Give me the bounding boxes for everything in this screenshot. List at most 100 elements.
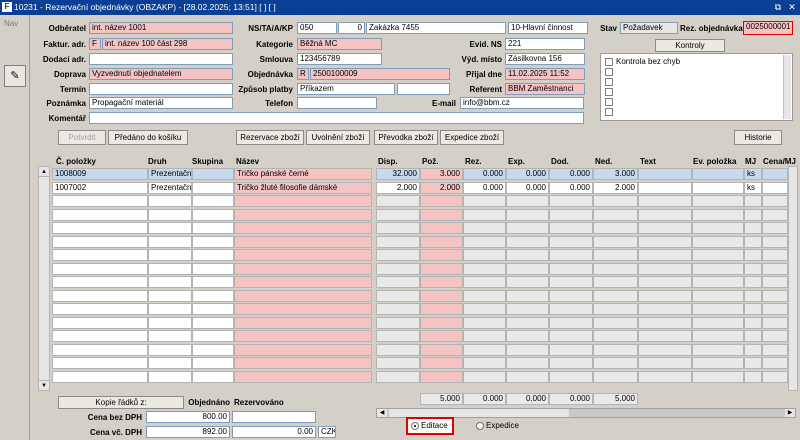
col-header-exp[interactable]: Exp. (508, 157, 525, 166)
cell-text[interactable] (638, 181, 692, 194)
dodaci-adr-field[interactable] (89, 53, 233, 65)
cell-dod[interactable]: 0.000 (549, 181, 593, 194)
cell-dod[interactable] (549, 316, 593, 329)
cell-mj[interactable]: ks (744, 168, 762, 180)
editace-radio[interactable] (411, 422, 419, 430)
cell-rez[interactable] (463, 289, 506, 302)
cell-ned[interactable] (593, 262, 638, 275)
cell-text[interactable] (638, 330, 692, 342)
grid-right-scrollbar[interactable] (788, 166, 798, 391)
cell-polozka[interactable]: 1007002 (52, 181, 148, 194)
grid-vertical-scrollbar[interactable]: ▲ ▼ (38, 166, 50, 391)
cell-dod[interactable] (549, 276, 593, 288)
cell-rez[interactable]: 0.000 (463, 168, 506, 180)
col-header-druh[interactable]: Druh (148, 157, 167, 166)
cell-druh[interactable] (148, 330, 192, 342)
predano-do-kosiku-button[interactable]: Předáno do košíku (108, 130, 188, 145)
cell-ev[interactable] (692, 262, 744, 275)
cell-poz[interactable] (420, 357, 463, 369)
cell-nazev[interactable] (234, 195, 372, 207)
cell-polozka[interactable] (52, 262, 148, 275)
cell-exp[interactable] (506, 222, 549, 234)
cell-nazev[interactable] (234, 316, 372, 329)
doprava-field[interactable]: Vyzvednutí objednatelem (89, 68, 233, 80)
cell-rez[interactable] (463, 222, 506, 234)
ta-field[interactable]: 0 (338, 22, 365, 34)
col-header-poz[interactable]: Pož. (422, 157, 438, 166)
cell-ev[interactable] (692, 276, 744, 288)
cell-polozka[interactable] (52, 357, 148, 369)
email-field[interactable]: info@bbm.cz (460, 97, 584, 109)
cell-poz[interactable] (420, 370, 463, 383)
termin-field[interactable] (89, 83, 233, 95)
cell-polozka[interactable] (52, 249, 148, 261)
cell-poz[interactable] (420, 276, 463, 288)
cell-rez[interactable] (463, 235, 506, 248)
expedice-zbozi-button[interactable]: Expedice zboží (440, 130, 504, 145)
nav-label[interactable]: Nav (4, 19, 18, 28)
cell-exp[interactable] (506, 370, 549, 383)
cell-ev[interactable] (692, 235, 744, 248)
cell-ned[interactable] (593, 208, 638, 221)
cell-dod[interactable] (549, 303, 593, 315)
cell-cena[interactable] (762, 370, 788, 383)
cell-rez[interactable] (463, 262, 506, 275)
editace-label[interactable]: Editace (421, 421, 448, 430)
poznamka-field[interactable]: Propagační materiál (89, 97, 233, 109)
cell-poz[interactable] (420, 208, 463, 221)
cell-mj[interactable] (744, 276, 762, 288)
cell-skupina[interactable] (192, 208, 234, 221)
kontrola-checkbox-3[interactable] (605, 78, 613, 86)
prevodka-zbozi-button[interactable]: Převodka zboží (374, 130, 438, 145)
cell-cena[interactable] (762, 330, 788, 342)
cell-skupina[interactable] (192, 343, 234, 356)
telefon-field[interactable] (297, 97, 377, 109)
evid-ns-field[interactable]: 221 (505, 38, 585, 50)
cell-mj[interactable]: ks (744, 181, 762, 194)
cell-ned[interactable] (593, 195, 638, 207)
cell-skupina[interactable] (192, 289, 234, 302)
kontrola-checkbox-1[interactable] (605, 58, 613, 66)
cell-nazev[interactable] (234, 289, 372, 302)
cell-disp[interactable] (376, 357, 420, 369)
cell-dod[interactable] (549, 357, 593, 369)
cell-druh[interactable] (148, 262, 192, 275)
col-header-ev-polozka[interactable]: Ev. položka (693, 157, 736, 166)
cell-nazev[interactable] (234, 262, 372, 275)
cell-ned[interactable] (593, 276, 638, 288)
restore-icon[interactable]: ⧉ (772, 1, 784, 13)
close-icon[interactable]: ✕ (786, 1, 798, 13)
scroll-down-icon[interactable]: ▼ (39, 380, 49, 390)
cell-ev[interactable] (692, 168, 744, 180)
cell-exp[interactable] (506, 330, 549, 342)
cell-druh[interactable] (148, 357, 192, 369)
rez-objednavka-field[interactable]: 0025000001 (743, 21, 793, 35)
cell-ned[interactable] (593, 222, 638, 234)
cell-dod[interactable] (549, 195, 593, 207)
cell-text[interactable] (638, 316, 692, 329)
cell-text[interactable] (638, 208, 692, 221)
cell-disp[interactable] (376, 370, 420, 383)
cell-text[interactable] (638, 195, 692, 207)
col-header-rez[interactable]: Rez. (465, 157, 481, 166)
cell-skupina[interactable] (192, 181, 234, 194)
cell-skupina[interactable] (192, 370, 234, 383)
col-header-nazev[interactable]: Název (236, 157, 259, 166)
cell-polozka[interactable] (52, 195, 148, 207)
cell-ned[interactable] (593, 316, 638, 329)
cell-text[interactable] (638, 289, 692, 302)
kontrola-checkbox-5[interactable] (605, 98, 613, 106)
cell-polozka[interactable]: 1008009 (52, 168, 148, 180)
scroll-left-icon[interactable]: ◀ (377, 409, 387, 417)
cell-polozka[interactable] (52, 276, 148, 288)
cell-mj[interactable] (744, 343, 762, 356)
cell-cena[interactable] (762, 357, 788, 369)
cell-cena[interactable] (762, 181, 788, 194)
prijal-dne-field[interactable]: 11.02.2025 11:52 (505, 68, 585, 80)
cell-rez[interactable] (463, 276, 506, 288)
uvolneni-zbozi-button[interactable]: Uvolnění zboží (306, 130, 370, 145)
cell-disp[interactable] (376, 316, 420, 329)
cell-ned[interactable] (593, 289, 638, 302)
cell-mj[interactable] (744, 249, 762, 261)
cell-skupina[interactable] (192, 357, 234, 369)
